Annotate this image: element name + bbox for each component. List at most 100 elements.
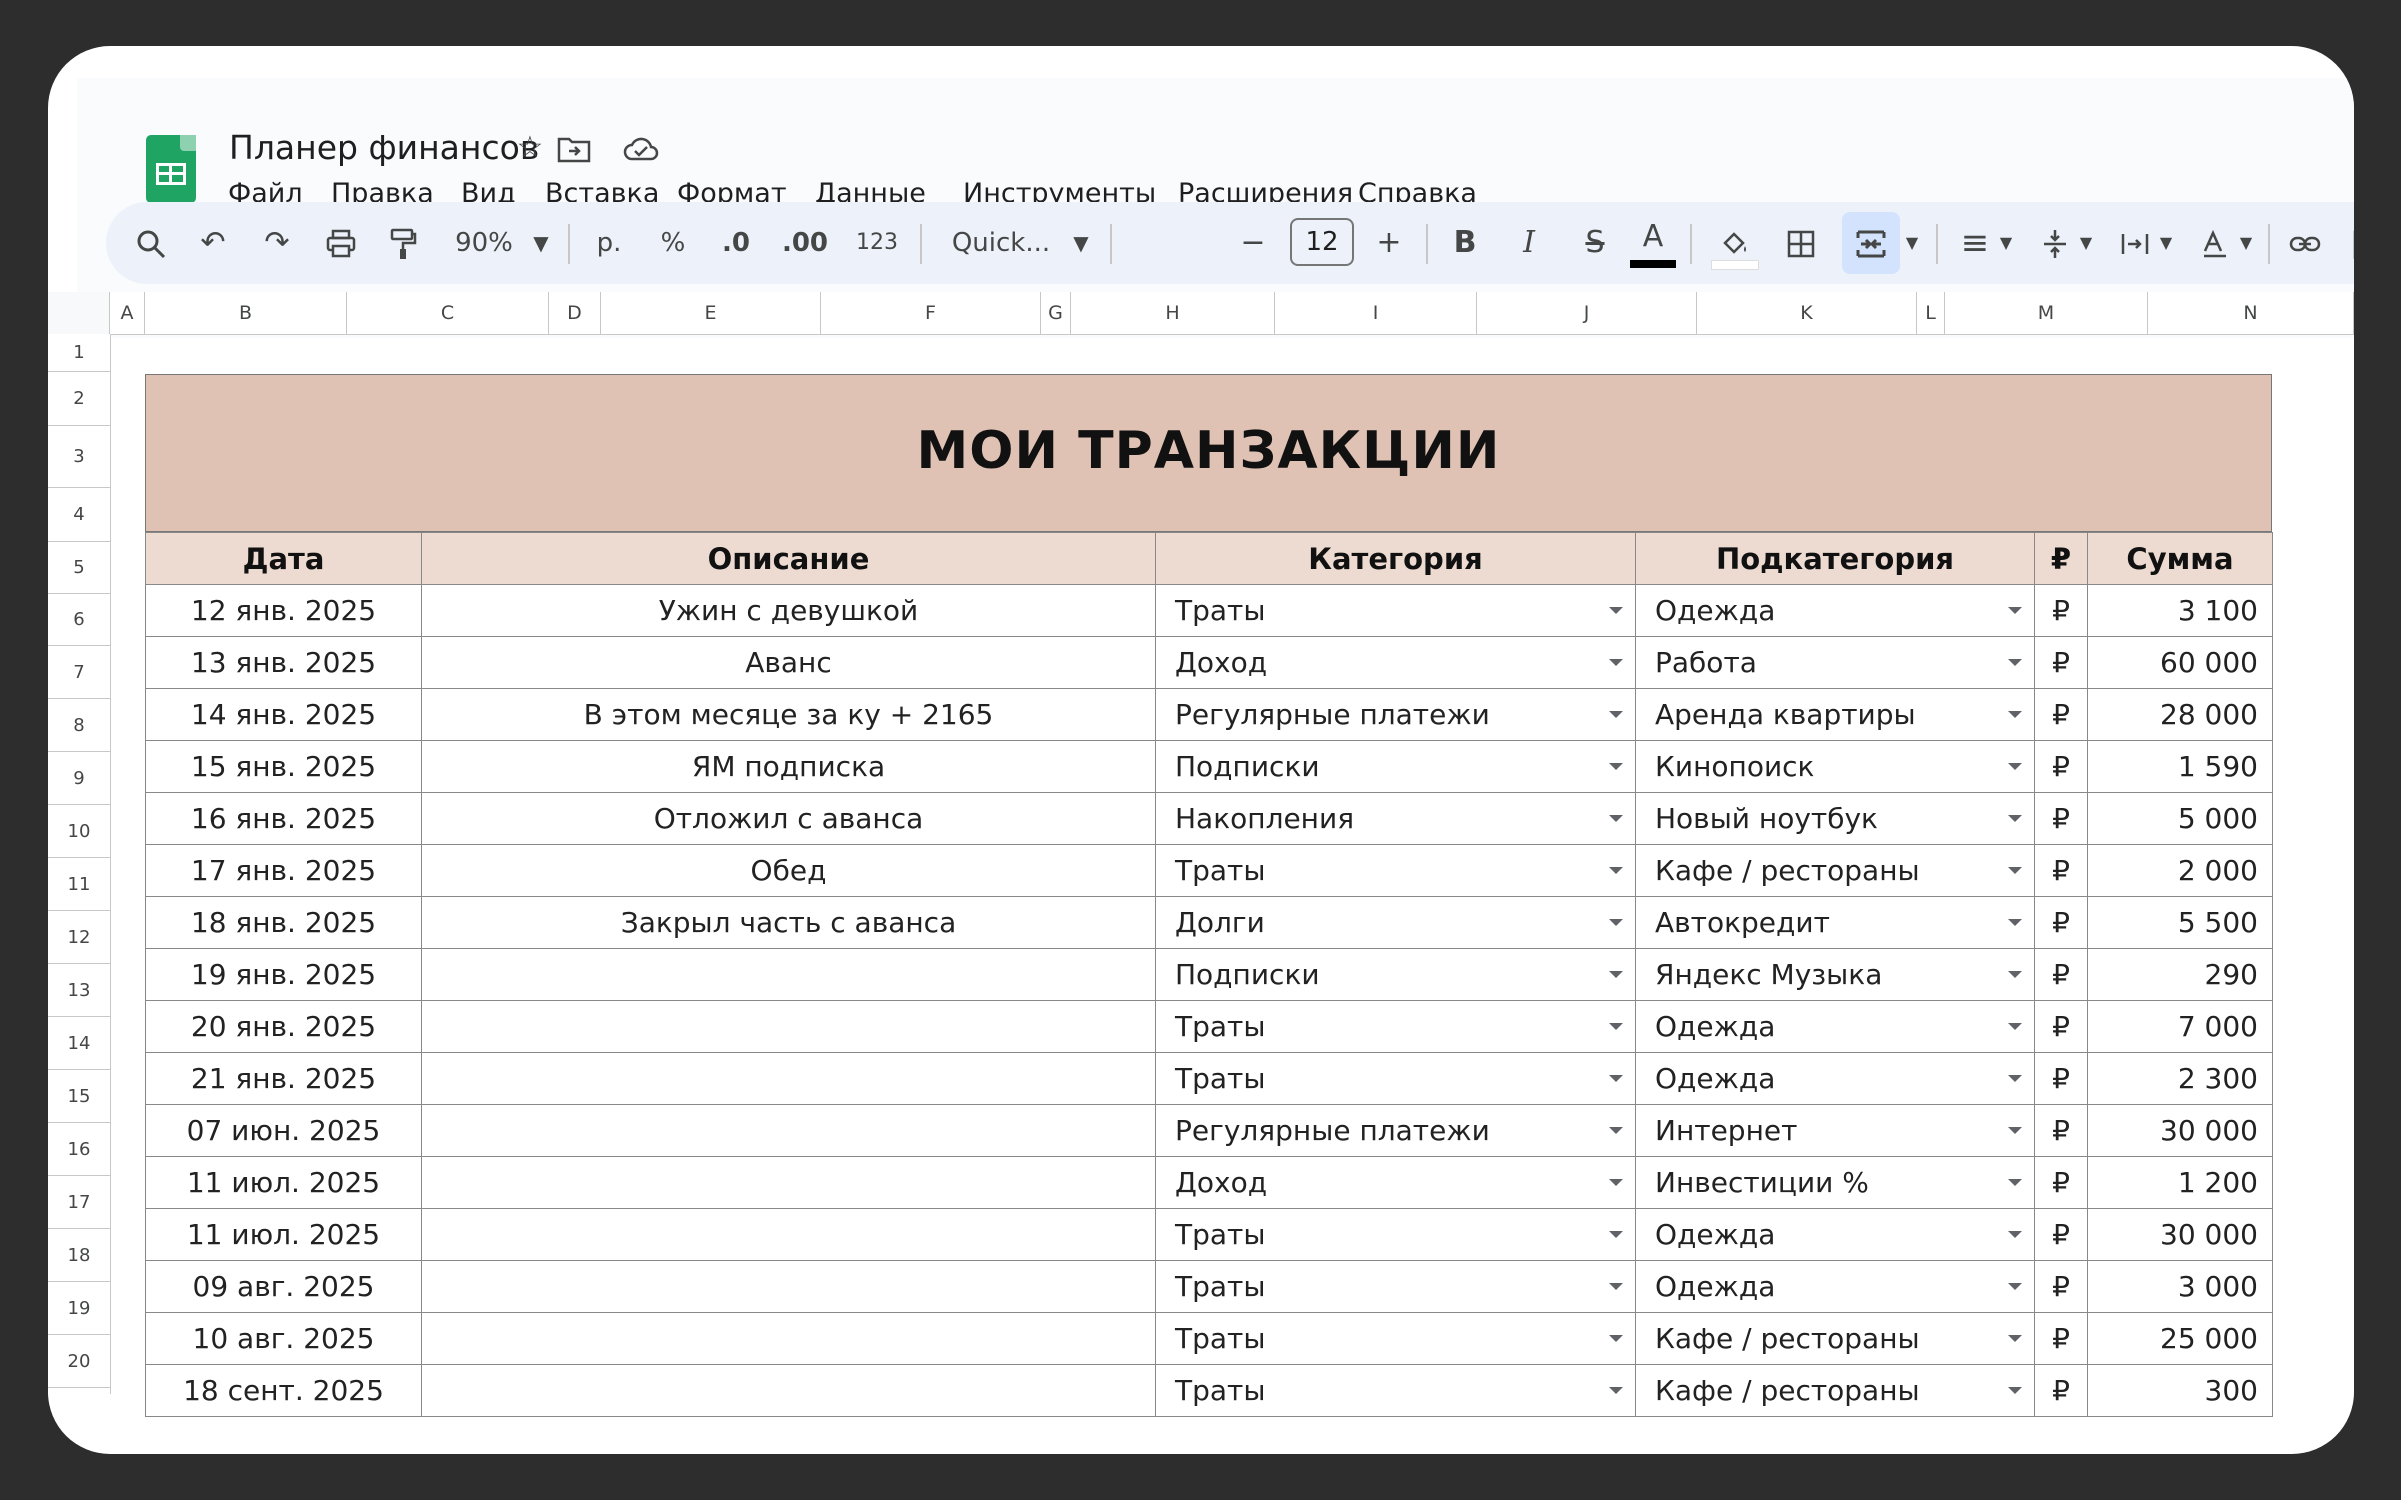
insert-link-icon[interactable] — [2282, 202, 2328, 284]
category-cell[interactable]: Траты — [1155, 1208, 1636, 1261]
currency-cell[interactable]: ₽ — [2034, 1208, 2088, 1261]
select-all-corner[interactable] — [48, 292, 110, 334]
date-cell[interactable]: 09 авг. 2025 — [145, 1260, 422, 1313]
dropdown-arrow-icon[interactable] — [2008, 763, 2022, 770]
date-cell[interactable]: 07 июн. 2025 — [145, 1104, 422, 1157]
currency-cell[interactable]: ₽ — [2034, 688, 2088, 741]
insert-comment-icon[interactable] — [2344, 202, 2354, 284]
date-cell[interactable]: 13 янв. 2025 — [145, 636, 422, 689]
category-cell[interactable]: Накопления — [1155, 792, 1636, 845]
dropdown-arrow-icon[interactable] — [1609, 1283, 1623, 1290]
description-cell[interactable]: ЯМ подписка — [421, 740, 1156, 793]
column-header-h[interactable]: H — [1071, 292, 1275, 334]
vertical-align-icon[interactable] — [2032, 202, 2078, 284]
header-description[interactable]: Описание — [421, 532, 1156, 585]
amount-cell[interactable]: 7 000 — [2087, 1000, 2273, 1053]
font-select[interactable]: Quick... — [936, 202, 1066, 284]
date-cell[interactable]: 18 сент. 2025 — [145, 1364, 422, 1417]
row-header-17[interactable]: 17 — [48, 1176, 110, 1229]
column-header-l[interactable]: L — [1917, 292, 1945, 334]
row-header-3[interactable]: 3 — [48, 426, 110, 488]
subcategory-cell[interactable]: Интернет — [1635, 1104, 2035, 1157]
row-header-15[interactable]: 15 — [48, 1070, 110, 1123]
category-cell[interactable]: Регулярные платежи — [1155, 1104, 1636, 1157]
redo-icon[interactable]: ↷ — [254, 202, 300, 284]
row-header-2[interactable]: 2 — [48, 372, 110, 426]
currency-format-button[interactable]: р. — [586, 202, 632, 284]
wrap-dropdown-icon[interactable]: ▼ — [2154, 202, 2178, 284]
column-header-b[interactable]: B — [145, 292, 347, 334]
date-cell[interactable]: 18 янв. 2025 — [145, 896, 422, 949]
row-header-9[interactable]: 9 — [48, 752, 110, 805]
subcategory-cell[interactable]: Одежда — [1635, 584, 2035, 637]
row-header-13[interactable]: 13 — [48, 964, 110, 1017]
header-date[interactable]: Дата — [145, 532, 422, 585]
category-cell[interactable]: Траты — [1155, 1260, 1636, 1313]
subcategory-cell[interactable]: Инвестиции % — [1635, 1156, 2035, 1209]
dropdown-arrow-icon[interactable] — [1609, 919, 1623, 926]
merge-dropdown-icon[interactable]: ▼ — [1900, 202, 1924, 284]
description-cell[interactable] — [421, 1104, 1156, 1157]
currency-cell[interactable]: ₽ — [2034, 1364, 2088, 1417]
percent-format-button[interactable]: % — [650, 202, 696, 284]
dropdown-arrow-icon[interactable] — [1609, 1075, 1623, 1082]
amount-cell[interactable]: 300 — [2087, 1364, 2273, 1417]
category-cell[interactable]: Траты — [1155, 584, 1636, 637]
currency-cell[interactable]: ₽ — [2034, 792, 2088, 845]
valign-dropdown-icon[interactable]: ▼ — [2074, 202, 2098, 284]
currency-cell[interactable]: ₽ — [2034, 584, 2088, 637]
dropdown-arrow-icon[interactable] — [1609, 763, 1623, 770]
dropdown-arrow-icon[interactable] — [1609, 659, 1623, 666]
amount-cell[interactable]: 5 000 — [2087, 792, 2273, 845]
row-header-19[interactable]: 19 — [48, 1282, 110, 1335]
header-category[interactable]: Категория — [1155, 532, 1636, 585]
row-header-7[interactable]: 7 — [48, 646, 110, 699]
amount-cell[interactable]: 60 000 — [2087, 636, 2273, 689]
column-header-j[interactable]: J — [1477, 292, 1697, 334]
description-cell[interactable] — [421, 1260, 1156, 1313]
date-cell[interactable]: 11 июл. 2025 — [145, 1156, 422, 1209]
font-size-input[interactable]: 12 — [1290, 218, 1354, 266]
row-header-5[interactable]: 5 — [48, 542, 110, 594]
column-header-g[interactable]: G — [1041, 292, 1071, 334]
description-cell[interactable]: Отложил с аванса — [421, 792, 1156, 845]
dropdown-arrow-icon[interactable] — [2008, 1023, 2022, 1030]
description-cell[interactable] — [421, 1000, 1156, 1053]
text-color-button[interactable]: A — [1630, 202, 1676, 284]
description-cell[interactable]: Закрыл часть с аванса — [421, 896, 1156, 949]
borders-icon[interactable] — [1778, 202, 1824, 284]
row-header-14[interactable]: 14 — [48, 1017, 110, 1070]
increase-decimal-button[interactable]: .00 — [770, 202, 840, 284]
subcategory-cell[interactable]: Кинопоиск — [1635, 740, 2035, 793]
subcategory-cell[interactable]: Яндекс Музыка — [1635, 948, 2035, 1001]
currency-cell[interactable]: ₽ — [2034, 844, 2088, 897]
column-header-d[interactable]: D — [549, 292, 601, 334]
dropdown-arrow-icon[interactable] — [2008, 1387, 2022, 1394]
horizontal-align-icon[interactable]: ≡ — [1952, 202, 1998, 284]
italic-button[interactable]: I — [1506, 202, 1552, 284]
dropdown-arrow-icon[interactable] — [1609, 1023, 1623, 1030]
currency-cell[interactable]: ₽ — [2034, 1104, 2088, 1157]
column-header-e[interactable]: E — [601, 292, 821, 334]
description-cell[interactable] — [421, 948, 1156, 1001]
amount-cell[interactable]: 1 200 — [2087, 1156, 2273, 1209]
date-cell[interactable]: 20 янв. 2025 — [145, 1000, 422, 1053]
halign-dropdown-icon[interactable]: ▼ — [1994, 202, 2018, 284]
subcategory-cell[interactable]: Автокредит — [1635, 896, 2035, 949]
description-cell[interactable] — [421, 1208, 1156, 1261]
date-cell[interactable]: 14 янв. 2025 — [145, 688, 422, 741]
currency-cell[interactable]: ₽ — [2034, 1156, 2088, 1209]
row-header-8[interactable]: 8 — [48, 699, 110, 752]
date-cell[interactable]: 12 янв. 2025 — [145, 584, 422, 637]
category-cell[interactable]: Долги — [1155, 896, 1636, 949]
column-header-k[interactable]: K — [1697, 292, 1917, 334]
font-dropdown-icon[interactable]: ▼ — [1066, 202, 1096, 284]
dropdown-arrow-icon[interactable] — [2008, 711, 2022, 718]
number-format-button[interactable]: 123 — [846, 202, 908, 284]
dropdown-arrow-icon[interactable] — [1609, 1387, 1623, 1394]
row-header-16[interactable]: 16 — [48, 1123, 110, 1176]
category-cell[interactable]: Регулярные платежи — [1155, 688, 1636, 741]
column-header-n[interactable]: N — [2148, 292, 2354, 334]
subcategory-cell[interactable]: Работа — [1635, 636, 2035, 689]
row-header-10[interactable]: 10 — [48, 805, 110, 858]
